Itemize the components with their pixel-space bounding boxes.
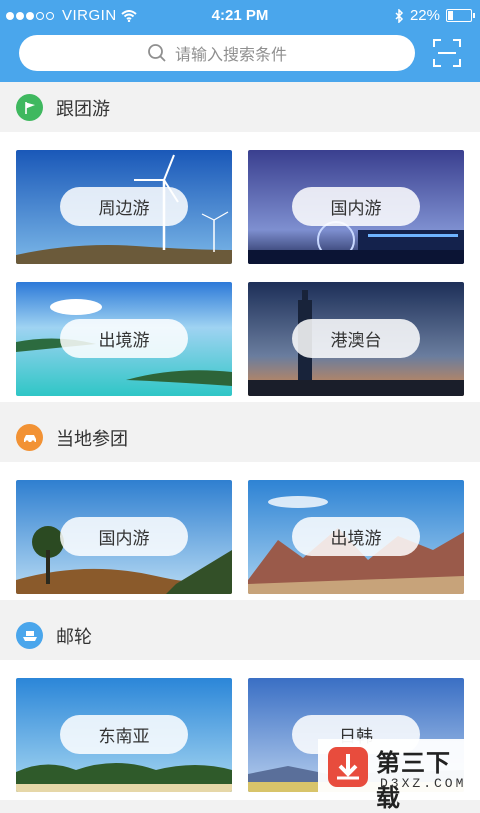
tile-label: 东南亚	[60, 715, 188, 754]
battery-icon	[446, 9, 475, 22]
tile-label: 港澳台	[292, 319, 420, 358]
app-header: VIRGIN 4:21 PM 22% 请输入搜索条件	[0, 0, 480, 82]
tile-label: 国内游	[60, 517, 188, 556]
tile-outbound-tour[interactable]: 出境游	[16, 282, 232, 396]
ship-icon	[16, 622, 43, 649]
tile-nearby-tour[interactable]: 周边游	[16, 150, 232, 264]
search-placeholder: 请输入搜索条件	[174, 45, 287, 64]
flag-icon	[16, 94, 43, 121]
group-tour-grid: 周边游 国内游 出境游 港澳台	[0, 132, 480, 402]
section-header-local-tour: 当地参团	[0, 412, 480, 462]
tile-label: 出境游	[292, 517, 420, 556]
tile-local-outbound-tour[interactable]: 出境游	[248, 480, 464, 594]
tile-domestic-tour[interactable]: 国内游	[248, 150, 464, 264]
tile-southeast-asia-cruise[interactable]: 东南亚	[16, 678, 232, 792]
watermark-domain: D3XZ.COM	[380, 776, 467, 791]
car-icon	[16, 424, 43, 451]
tile-label: 出境游	[60, 319, 188, 358]
tile-hk-macau-taiwan-tour[interactable]: 港澳台	[248, 282, 464, 396]
battery-percent: 22%	[409, 7, 440, 24]
tile-label: 国内游	[292, 187, 420, 226]
tile-local-domestic-tour[interactable]: 国内游	[16, 480, 232, 594]
bluetooth-icon	[395, 8, 404, 23]
section-title: 跟团游	[56, 99, 110, 120]
section-title: 邮轮	[56, 627, 92, 648]
watermark-logo: 第三下载 D3XZ.COM	[318, 739, 472, 812]
section-header-cruise: 邮轮	[0, 610, 480, 660]
scan-qr-icon[interactable]	[432, 38, 462, 68]
local-tour-grid: 国内游 出境游	[0, 462, 480, 600]
download-logo-icon	[328, 747, 368, 787]
section-title: 当地参团	[56, 429, 128, 450]
search-icon	[148, 44, 166, 62]
status-bar: VIRGIN 4:21 PM 22%	[0, 0, 480, 32]
search-input[interactable]: 请输入搜索条件	[19, 35, 415, 71]
section-header-group-tour: 跟团游	[0, 82, 480, 132]
tile-label: 周边游	[60, 187, 188, 226]
